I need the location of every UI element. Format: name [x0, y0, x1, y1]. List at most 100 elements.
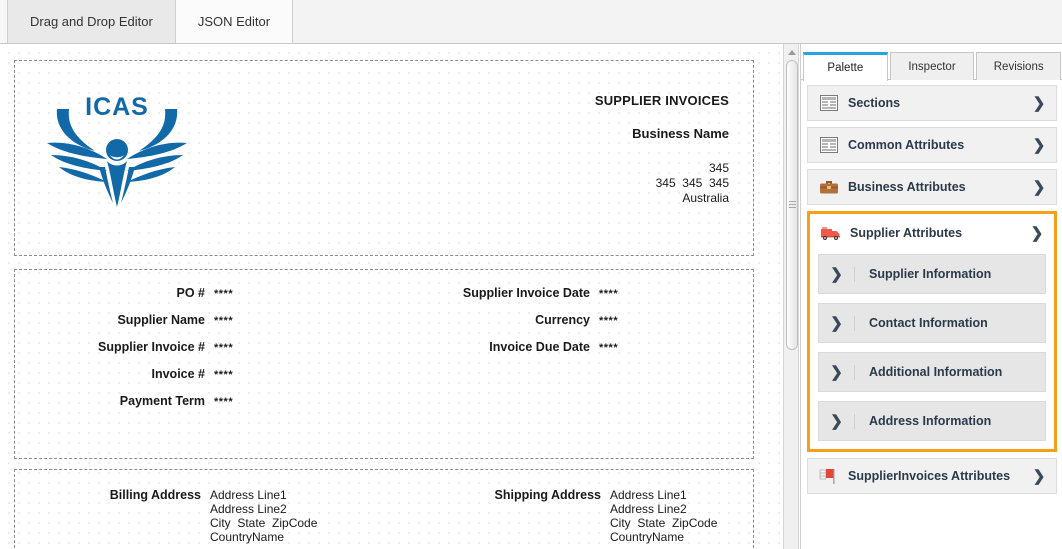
address-line: 345	[708, 161, 729, 175]
sub-item-supplier-information[interactable]: ❯ Supplier Information	[818, 254, 1046, 294]
chevron-right-icon[interactable]: ❯	[1032, 180, 1046, 195]
accordion-item-label: SupplierInvoices Attributes	[848, 469, 1011, 483]
address-line: Address Line1	[610, 488, 687, 502]
field-value: ****	[214, 396, 234, 408]
field-value: ****	[214, 369, 234, 381]
tab-label: Palette	[827, 62, 864, 74]
field-label: Invoice #	[151, 367, 206, 381]
chevron-down-icon[interactable]: ❯	[1030, 226, 1044, 241]
canvas-section-header[interactable]: ICAS SUPPLIER INVOICES Business Name 345…	[14, 60, 754, 256]
field-label: Supplier Invoice #	[98, 340, 205, 354]
delivery-truck-icon	[820, 223, 842, 243]
accordion-item-business-attributes[interactable]: Business Attributes ❯	[807, 169, 1057, 205]
field-value: ****	[214, 288, 234, 300]
billing-address-lines: Address Line1 Address Line2 City State Z…	[210, 488, 317, 544]
tabbar-filler	[293, 0, 1062, 43]
field-value: ****	[214, 315, 234, 327]
field-row[interactable]: Payment Term ****	[15, 394, 435, 421]
canvas-vertical-scrollbar[interactable]	[783, 44, 799, 549]
field-value: ****	[599, 288, 619, 300]
field-label: PO #	[176, 286, 206, 300]
address-line: City State ZipCode	[210, 516, 318, 530]
tab-inspector[interactable]: Inspector	[889, 52, 975, 80]
shipping-address-lines: Address Line1 Address Line2 City State Z…	[610, 488, 717, 544]
document-title: SUPPLIER INVOICES	[594, 93, 729, 108]
accordion-item-supplier-attributes[interactable]: Supplier Attributes ❯	[810, 214, 1054, 252]
address-line: 345 345 345	[655, 176, 729, 190]
tab-revisions[interactable]: Revisions	[976, 52, 1062, 80]
field-label: Invoice Due Date	[489, 340, 590, 354]
field-row[interactable]: Supplier Invoice # ****	[15, 340, 435, 367]
sub-item-label: Address Information	[869, 414, 992, 428]
right-panel-tabs: Palette Inspector Revisions	[801, 52, 1062, 81]
fields-column-left: PO # **** Supplier Name **** Supplier In…	[15, 286, 435, 421]
accordion-item-label: Common Attributes	[848, 138, 965, 152]
tab-label: JSON Editor	[197, 14, 271, 29]
briefcase-icon	[818, 177, 840, 197]
field-label: Supplier Name	[117, 313, 205, 327]
field-label: Supplier Invoice Date	[462, 286, 590, 300]
accordion-item-label: Supplier Attributes	[850, 226, 963, 240]
supplier-attributes-children: ❯ Supplier Information ❯ Contact Informa…	[810, 252, 1054, 449]
address-line: Address Line1	[210, 488, 287, 502]
field-value: ****	[599, 315, 619, 327]
field-label: Currency	[535, 313, 590, 327]
accordion-item-sections[interactable]: Sections ❯	[807, 85, 1057, 121]
shipping-address-block[interactable]: Shipping Address Address Line1 Address L…	[443, 488, 718, 544]
editor-window: Drag and Drop Editor JSON Editor ICAS SU…	[0, 0, 1062, 549]
fields-column-right: Supplier Invoice Date **** Currency ****…	[435, 286, 755, 367]
accordion-item-label: Sections	[848, 96, 901, 110]
tab-json-editor[interactable]: JSON Editor	[175, 0, 294, 43]
editor-tabbar: Drag and Drop Editor JSON Editor	[0, 0, 1062, 44]
sub-item-label: Additional Information	[869, 365, 1003, 379]
canvas-section-fields[interactable]: PO # **** Supplier Name **** Supplier In…	[14, 269, 754, 459]
scroll-up-arrow-icon[interactable]	[787, 47, 797, 57]
chevron-right-icon[interactable]: ❯	[1032, 138, 1046, 153]
sub-item-contact-information[interactable]: ❯ Contact Information	[818, 303, 1046, 343]
address-line: City State ZipCode	[610, 516, 718, 530]
tab-palette[interactable]: Palette	[803, 52, 888, 81]
company-logo: ICAS	[37, 87, 197, 222]
accordion-group-supplier-attributes: Supplier Attributes ❯ ❯ Supplier Informa…	[807, 211, 1057, 452]
address-line: Australia	[682, 191, 729, 205]
field-row[interactable]: Invoice Due Date ****	[435, 340, 755, 367]
tab-label: Revisions	[993, 60, 1044, 73]
field-row[interactable]: Supplier Invoice Date ****	[435, 286, 755, 313]
chevron-right-icon[interactable]: ❯	[1032, 469, 1046, 484]
address-line: CountryName	[610, 530, 685, 544]
accordion-item-supplierinvoices-attributes[interactable]: SupplierInvoices Attributes ❯	[807, 458, 1057, 494]
scrollbar-thumb[interactable]	[786, 60, 798, 350]
sub-item-additional-information[interactable]: ❯ Additional Information	[818, 352, 1046, 392]
tab-label: Inspector	[908, 60, 956, 73]
field-row[interactable]: Currency ****	[435, 313, 755, 340]
field-label: Payment Term	[119, 394, 205, 408]
billing-address-block[interactable]: Billing Address Address Line1 Address Li…	[15, 488, 318, 544]
canvas-section-address[interactable]: Billing Address Address Line1 Address Li…	[14, 469, 754, 549]
svg-text:ICAS: ICAS	[85, 93, 149, 121]
sub-item-label: Contact Information	[869, 316, 988, 330]
billing-address-label: Billing Address	[109, 488, 201, 502]
address-line: CountryName	[210, 530, 285, 544]
company-address: 345 345 345 345 Australia	[656, 161, 729, 206]
field-row[interactable]: Supplier Name ****	[15, 313, 435, 340]
document-grid-icon	[818, 135, 840, 155]
field-value: ****	[599, 342, 619, 354]
chevron-right-icon[interactable]: ❯	[1032, 96, 1046, 111]
field-row[interactable]: Invoice # ****	[15, 367, 435, 394]
field-value: ****	[214, 342, 234, 354]
palette-accordion-list: Sections ❯ Common Attributes ❯ Business …	[801, 81, 1062, 549]
sub-item-address-information[interactable]: ❯ Address Information	[818, 401, 1046, 441]
tab-drag-and-drop-editor[interactable]: Drag and Drop Editor	[7, 0, 176, 43]
field-row[interactable]: PO # ****	[15, 286, 435, 313]
right-panel: Palette Inspector Revisions Sections ❯ C…	[800, 44, 1062, 549]
design-canvas[interactable]: ICAS SUPPLIER INVOICES Business Name 345…	[0, 44, 783, 549]
chevron-right-icon[interactable]: ❯	[819, 413, 855, 429]
address-line: Address Line2	[210, 502, 287, 516]
accordion-item-common-attributes[interactable]: Common Attributes ❯	[807, 127, 1057, 163]
tab-label: Drag and Drop Editor	[30, 14, 153, 29]
chevron-right-icon[interactable]: ❯	[819, 315, 855, 331]
mailbox-flag-icon	[818, 466, 840, 486]
accordion-item-label: Business Attributes	[848, 180, 966, 194]
chevron-right-icon[interactable]: ❯	[819, 364, 855, 380]
chevron-right-icon[interactable]: ❯	[819, 266, 855, 282]
